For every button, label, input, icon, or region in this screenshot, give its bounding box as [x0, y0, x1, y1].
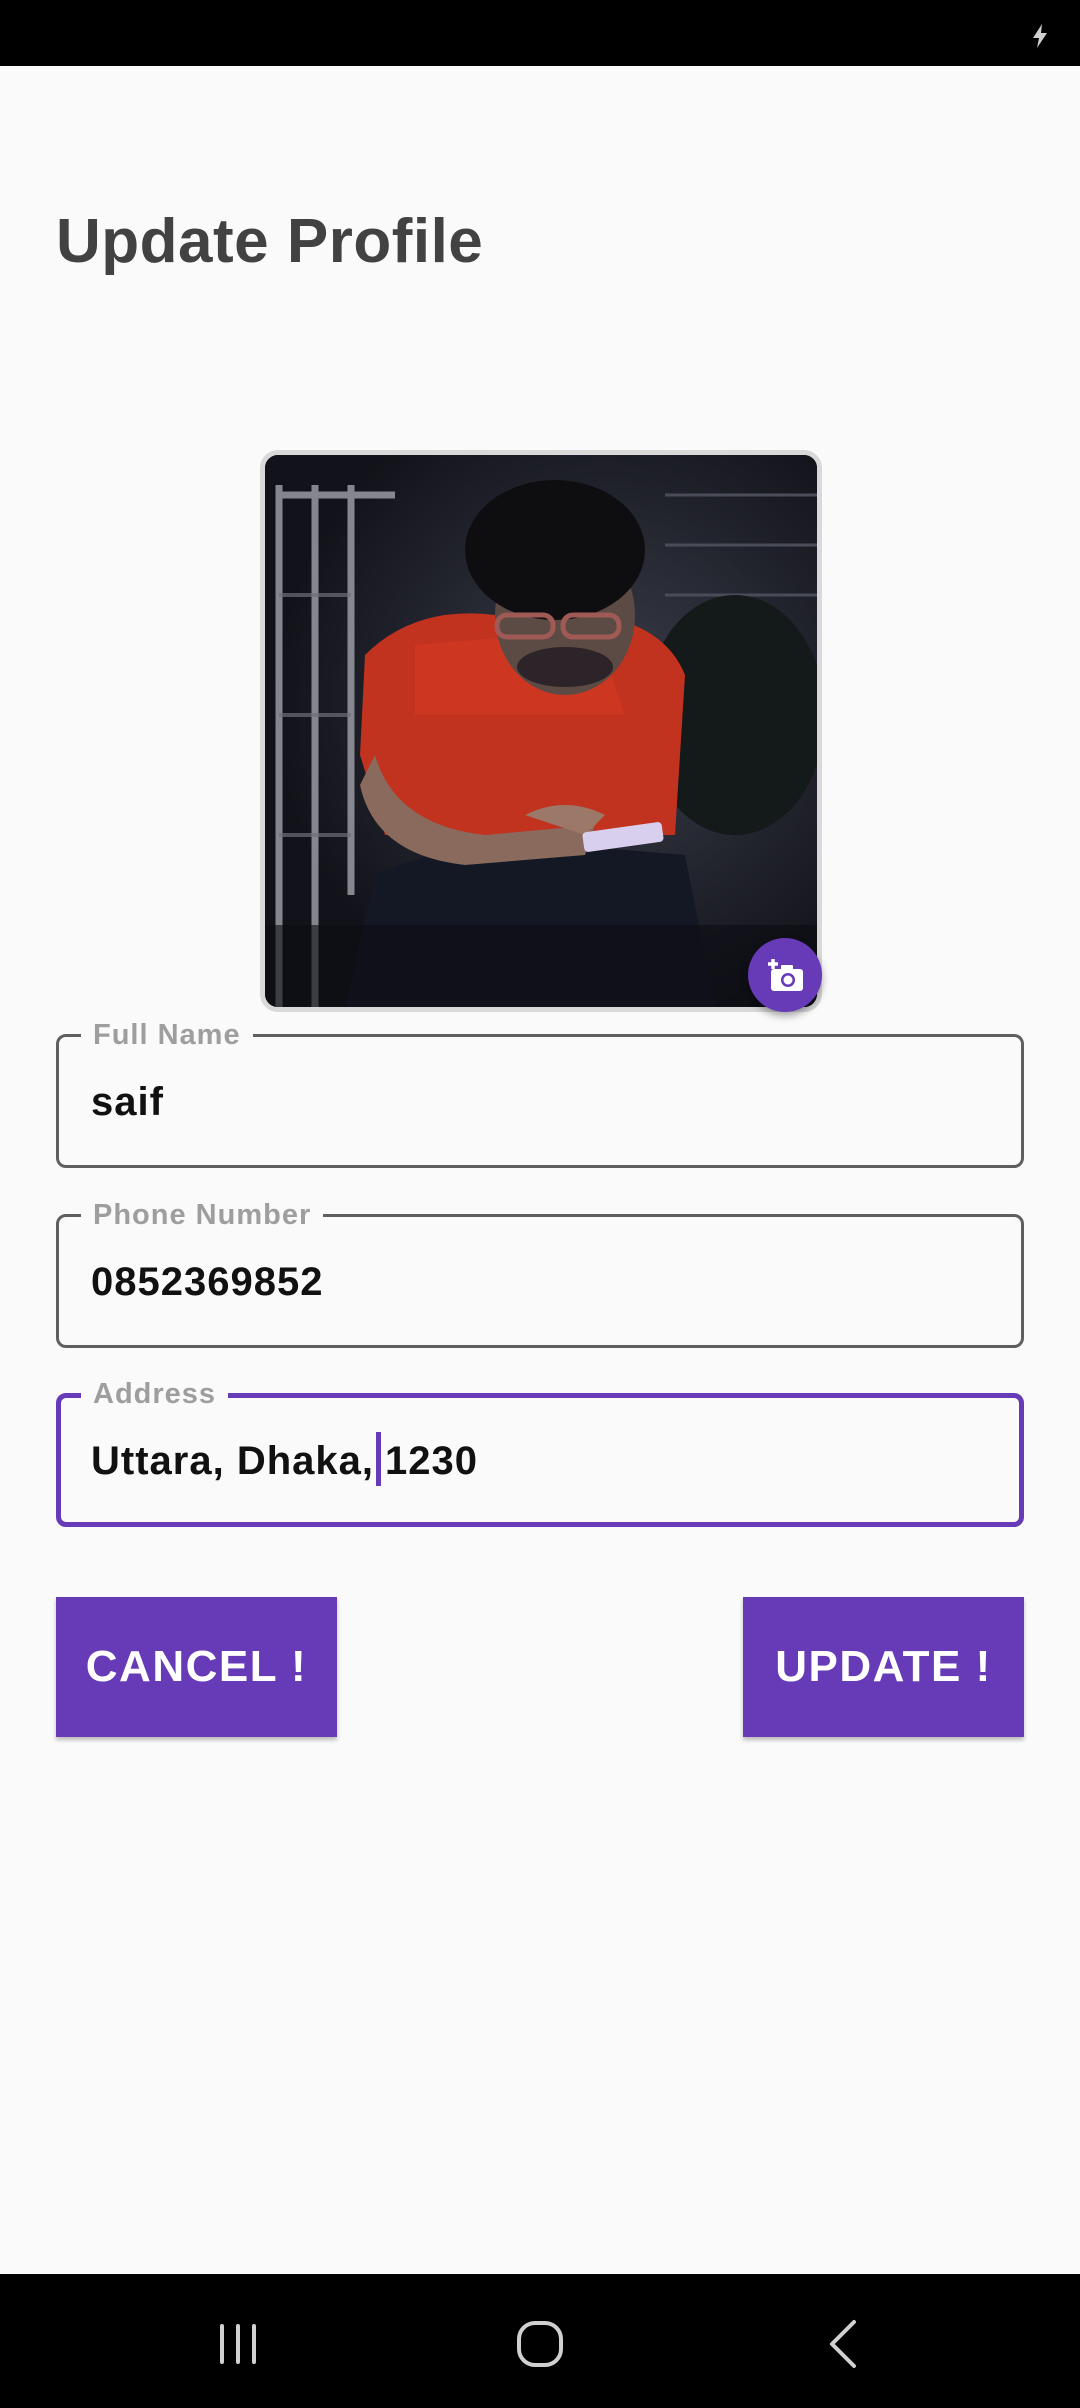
change-photo-button[interactable] — [748, 938, 822, 1012]
address-field[interactable]: Address Uttara, Dhaka, 1230 — [56, 1376, 1024, 1527]
cancel-button[interactable]: CANCEL ! — [56, 1597, 337, 1737]
add-photo-camera-icon — [768, 959, 803, 991]
home-icon[interactable] — [510, 2314, 570, 2374]
system-navigation-bar — [0, 2274, 1080, 2408]
phone-number-field[interactable]: Phone Number 0852369852 — [56, 1197, 1024, 1348]
address-text-after-caret: 1230 — [384, 1439, 478, 1483]
page-title: Update Profile — [56, 207, 484, 276]
lightning-bolt-icon — [1033, 24, 1047, 48]
full-name-label: Full Name — [81, 1017, 253, 1053]
full-name-input[interactable]: saif — [91, 1077, 164, 1127]
address-label: Address — [81, 1376, 229, 1412]
address-text-before-caret: Uttara, Dhaka, — [91, 1439, 374, 1483]
update-button[interactable]: UPDATE ! — [743, 1597, 1024, 1737]
profile-photo-illustration — [265, 455, 817, 1007]
full-name-field[interactable]: Full Name saif — [56, 1017, 1024, 1168]
phone-number-input[interactable]: 0852369852 — [91, 1257, 323, 1307]
address-input[interactable]: Uttara, Dhaka, 1230 — [91, 1432, 478, 1487]
back-icon[interactable] — [814, 2314, 874, 2374]
recents-icon[interactable] — [208, 2314, 268, 2374]
text-caret — [375, 1432, 381, 1487]
profile-photo[interactable] — [260, 450, 822, 1012]
status-bar — [0, 0, 1080, 66]
phone-number-label: Phone Number — [81, 1197, 324, 1233]
